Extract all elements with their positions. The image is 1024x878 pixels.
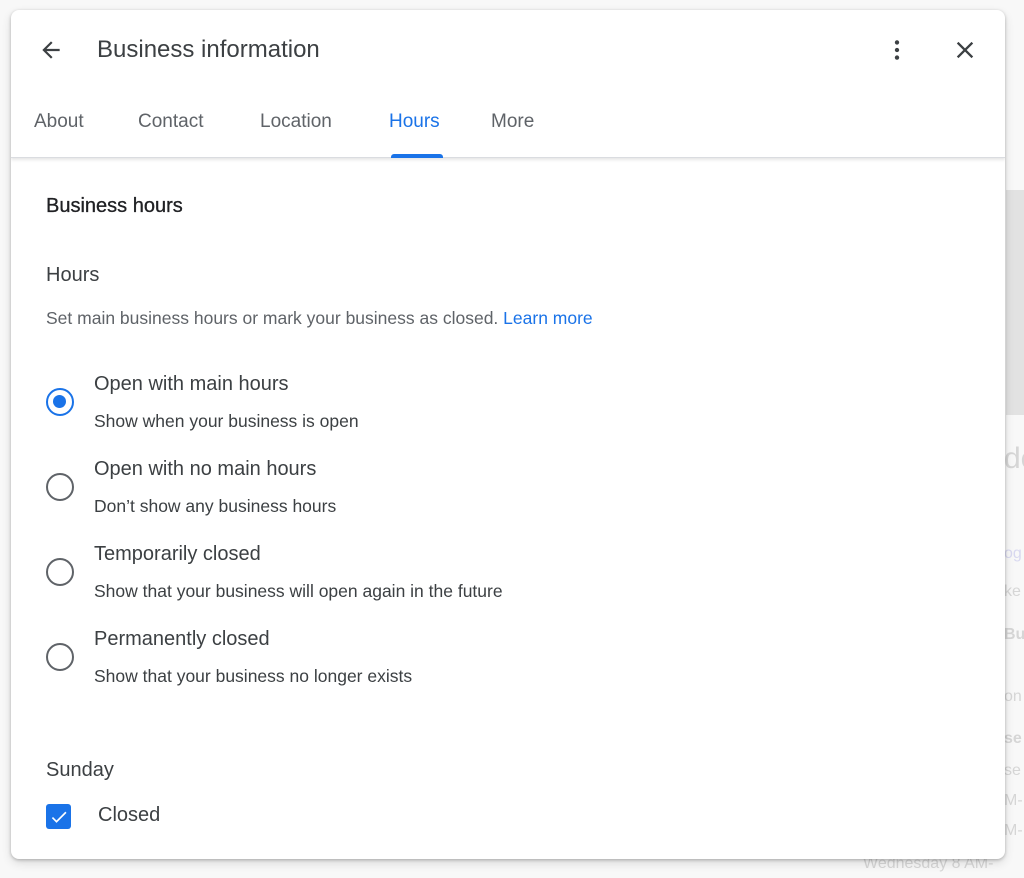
subsection-title: Hours — [46, 264, 100, 286]
helper-text: Set main business hours or mark your bus… — [46, 308, 593, 329]
tab-contact[interactable]: Contact — [138, 106, 260, 158]
radio-button[interactable] — [46, 558, 74, 586]
background-text: se — [1004, 762, 1021, 779]
tab-label: About — [34, 111, 84, 132]
arrow-left-icon — [42, 41, 60, 59]
learn-more-link[interactable]: Learn more — [503, 308, 593, 328]
hours-content: Business hours Hours Set main business h… — [46, 158, 1005, 859]
business-information-dialog: Business information About Contact Locat… — [11, 10, 1005, 859]
tab-more[interactable]: More — [491, 106, 571, 158]
closed-label: Closed — [98, 804, 161, 826]
close-icon — [956, 41, 974, 59]
background-text: se — [1004, 730, 1022, 747]
sunday-closed-toggle[interactable]: Closed — [46, 793, 346, 829]
tab-hours[interactable]: Hours — [389, 106, 491, 158]
radio-button-checked[interactable] — [46, 388, 74, 416]
option-open-with-main-hours[interactable]: Open with main hours Show when your busi… — [46, 373, 746, 443]
dialog-title: Business information — [97, 36, 320, 63]
more-vert-icon — [894, 40, 900, 60]
option-temporarily-closed[interactable]: Temporarily closed Show that your busine… — [46, 543, 746, 613]
option-label: Open with no main hours — [94, 458, 317, 480]
background-image — [1006, 190, 1024, 415]
option-open-with-no-main-hours[interactable]: Open with no main hours Don’t show any b… — [46, 458, 746, 528]
option-label: Open with main hours — [94, 373, 289, 395]
background-text: Bus — [1004, 626, 1024, 643]
background-text: og — [1004, 545, 1022, 562]
background-text: M- — [1004, 792, 1023, 809]
tab-label: More — [491, 111, 535, 132]
option-permanently-closed[interactable]: Permanently closed Show that your busine… — [46, 628, 746, 698]
option-description: Show when your business is open — [94, 411, 359, 431]
background-text: M- — [1004, 822, 1023, 839]
radio-button[interactable] — [46, 643, 74, 671]
closed-checkbox[interactable] — [46, 804, 71, 829]
background-text: de — [1004, 442, 1024, 475]
tab-label: Location — [260, 111, 332, 132]
close-button[interactable] — [947, 32, 983, 68]
option-label: Temporarily closed — [94, 543, 261, 565]
radio-button[interactable] — [46, 473, 74, 501]
back-button[interactable] — [33, 32, 69, 68]
tab-bar: About Contact Location Hours More — [11, 106, 571, 158]
option-description: Show that your business no longer exists — [94, 666, 413, 686]
option-label: Permanently closed — [94, 628, 270, 650]
tab-label: Contact — [138, 111, 204, 132]
option-description: Don’t show any business hours — [94, 496, 337, 516]
tab-label: Hours — [389, 111, 440, 132]
dialog-header: Business information About Contact Locat… — [11, 10, 1005, 158]
background-text: ke — [1004, 583, 1021, 600]
more-options-button[interactable] — [879, 32, 915, 68]
option-description: Show that your business will open again … — [94, 581, 503, 601]
section-title: Business hours — [46, 195, 183, 217]
helper-text-content: Set main business hours or mark your bus… — [46, 308, 499, 328]
tab-location[interactable]: Location — [260, 106, 389, 158]
day-label: Sunday — [46, 759, 114, 781]
background-text: on — [1004, 688, 1022, 705]
tab-about[interactable]: About — [34, 106, 138, 158]
checkmark-icon — [51, 811, 66, 823]
